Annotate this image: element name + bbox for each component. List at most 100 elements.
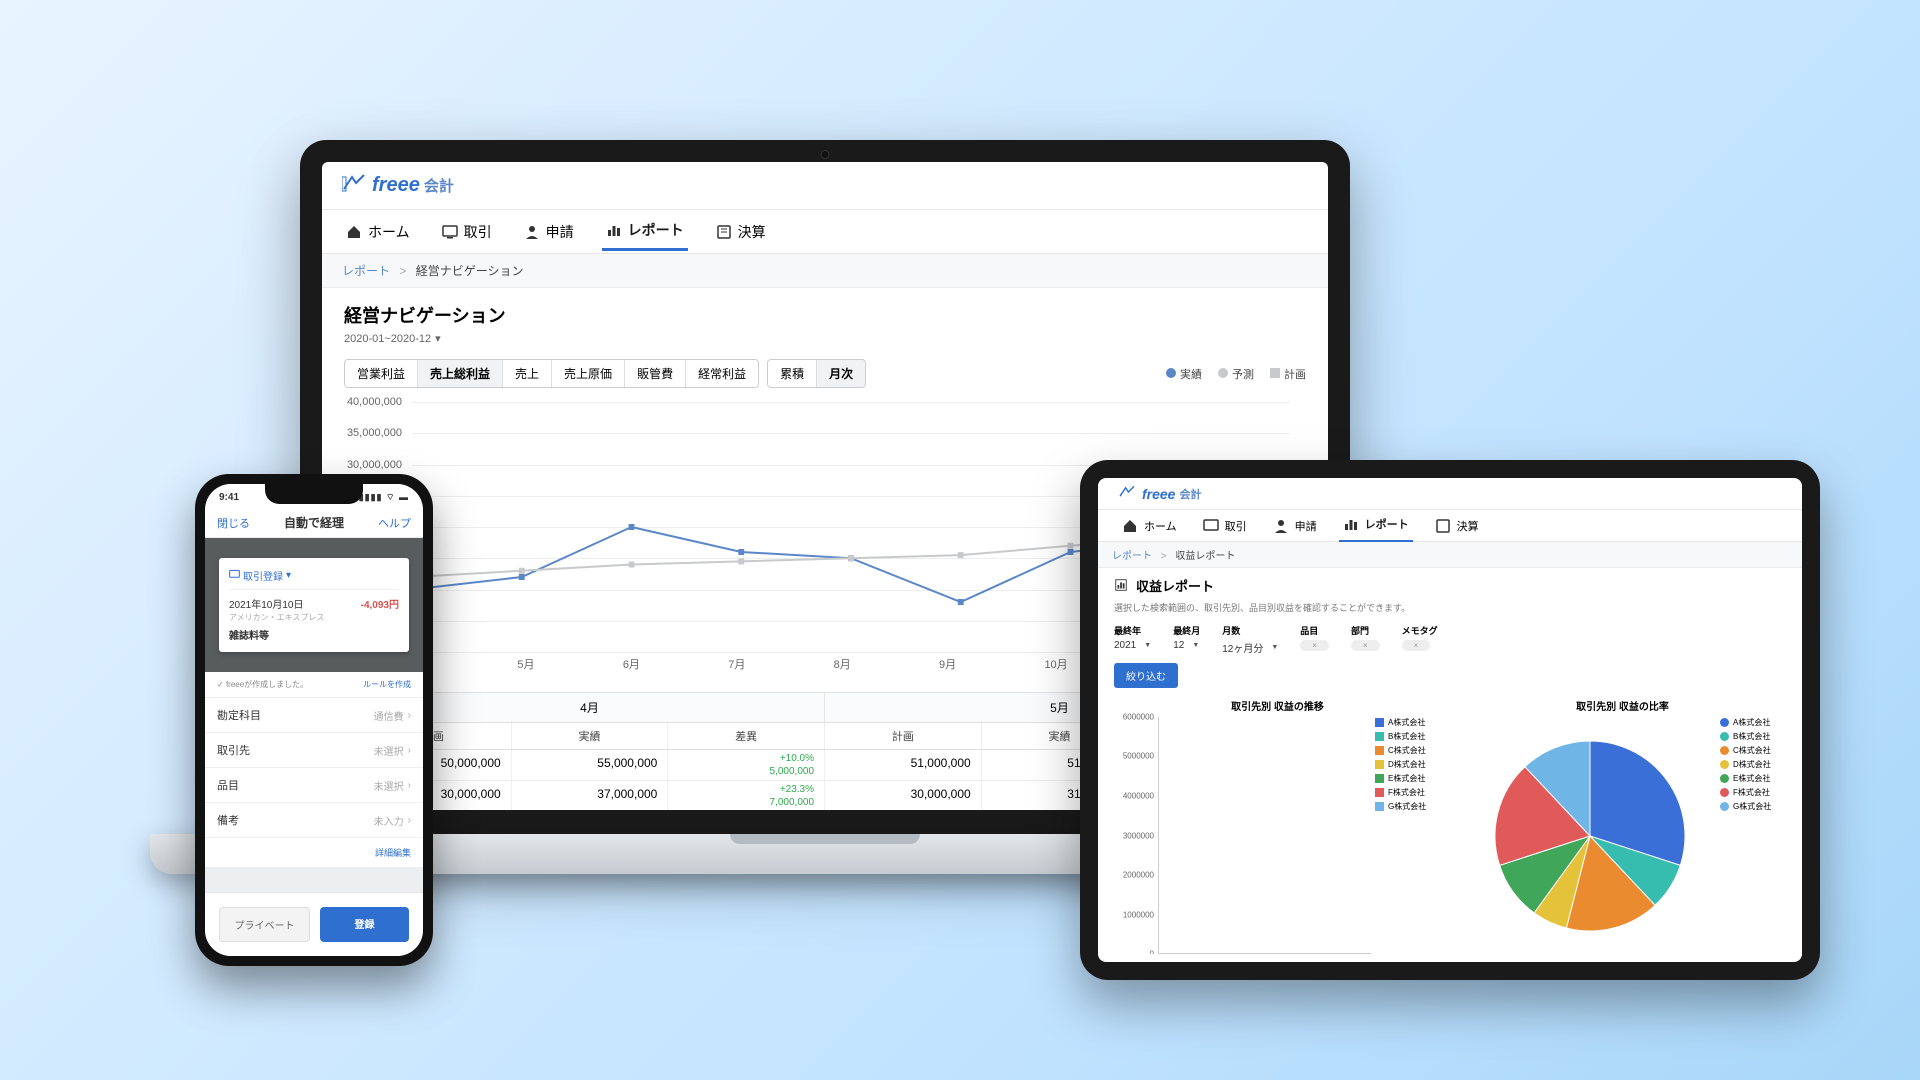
legend-item: G株式会社 [1720, 801, 1786, 812]
chart-icon [606, 222, 622, 238]
card-tag-label: 取引登録 [243, 568, 283, 583]
ytick: 35,000,000 [347, 427, 402, 439]
legend-item: F株式会社 [1375, 787, 1441, 798]
legend-item: G株式会社 [1375, 801, 1441, 812]
legend-item: C株式会社 [1720, 745, 1786, 756]
metric-cogs[interactable]: 売上原価 [552, 360, 625, 387]
breadcrumb-sep: > [399, 264, 406, 278]
filter-select[interactable]: 12 ▼ [1173, 640, 1200, 651]
monitor-icon [229, 569, 240, 583]
book-icon [716, 224, 732, 240]
legend-item: D株式会社 [1720, 759, 1786, 770]
tablet-breadcrumb: レポート > 収益レポート [1098, 542, 1802, 568]
legend-item: E株式会社 [1720, 773, 1786, 784]
bar-chart-title: 取引先別 収益の推移 [1114, 698, 1441, 713]
list-item[interactable]: 備考未入力 › [205, 803, 423, 838]
nav-label: レポート [1365, 516, 1409, 532]
phone-list: ✓ freeeが作成しました。 ルールを作成 勘定科目通信費 ›取引先未選択 ›… [205, 672, 423, 867]
xtick: 9月 [939, 656, 956, 672]
breadcrumb-sep: > [1161, 551, 1167, 562]
tablet-nav-requests[interactable]: 申請 [1269, 510, 1321, 542]
metric-segmented: 営業利益 売上総利益 売上 売上原価 販管費 経常利益 [344, 359, 759, 388]
legend-item: E株式会社 [1375, 773, 1441, 784]
nav-settlement[interactable]: 決算 [712, 214, 770, 250]
filter-select[interactable]: × [1300, 640, 1329, 651]
detail-edit-row: 詳細編集 [205, 838, 423, 867]
detail-edit-link[interactable]: 詳細編集 [375, 848, 411, 858]
tablet-body: 収益レポート 選択した検索範囲の、取引先別、品目別収益を確認することができます。… [1098, 568, 1802, 962]
tablet-brand-suffix: 会計 [1179, 486, 1201, 502]
breadcrumb-current: 経営ナビゲーション [416, 264, 524, 278]
pie-chart-title: 取引先別 収益の比率 [1459, 698, 1786, 713]
filter-select[interactable]: 12ヶ月分 ▼ [1222, 640, 1278, 655]
card-tag[interactable]: 取引登録 ▾ [229, 568, 399, 583]
nav-report[interactable]: レポート [602, 212, 688, 251]
tablet-nav: ホーム 取引 申請 レポート 決算 [1098, 510, 1802, 542]
legend-actual-dot [1166, 368, 1176, 378]
breadcrumb-root[interactable]: レポート [1112, 551, 1152, 562]
tablet-nav-home[interactable]: ホーム [1118, 510, 1181, 542]
private-button[interactable]: プライベート [219, 907, 310, 942]
list-item[interactable]: 勘定科目通信費 › [205, 698, 423, 733]
mode-monthly[interactable]: 月次 [817, 360, 865, 387]
tablet-filters: 最終年2021 ▼最終月12 ▼月数12ヶ月分 ▼品目×部門×メモタグ× [1114, 624, 1786, 655]
metric-sales[interactable]: 売上 [503, 360, 552, 387]
battery-icon: ▬ [399, 492, 409, 502]
pie-chart-box: 取引先別 収益の比率 A株式会社B株式会社C株式会社D株式会社E株式会社F株式会… [1459, 698, 1786, 954]
help-button[interactable]: ヘルプ [378, 515, 411, 531]
screen-title: 自動で経理 [284, 514, 344, 531]
chevron-right-icon: › [408, 710, 411, 721]
bar-chart-yaxis: 6000000500000040000003000000200000010000… [1114, 717, 1158, 954]
legend-forecast-dot [1218, 368, 1228, 378]
legend-plan-sq [1270, 368, 1280, 378]
date-range-text: 2020-01~2020-12 [344, 333, 431, 345]
wifi-icon: ⌔ [386, 492, 395, 502]
metric-operating-profit[interactable]: 営業利益 [345, 360, 418, 387]
list-item[interactable]: 品目未選択 › [205, 768, 423, 803]
monitor-icon [1203, 518, 1219, 534]
mode-cumulative[interactable]: 累積 [768, 360, 817, 387]
tablet-charts-row: 取引先別 収益の推移 60000005000000400000030000002… [1114, 698, 1786, 954]
tablet-nav-settlement[interactable]: 決算 [1431, 510, 1483, 542]
create-rule-link[interactable]: ルールを作成 [363, 679, 411, 690]
card-carousel[interactable]: 取引登録 ▾ 2021年10月10日 -4,093円 アメリカン・エキスプレス … [205, 538, 423, 672]
list-item[interactable]: 取引先未選択 › [205, 733, 423, 768]
nav-home[interactable]: ホーム [342, 214, 414, 250]
breadcrumb-current: 収益レポート [1175, 551, 1235, 562]
close-button[interactable]: 閉じる [217, 515, 250, 531]
register-button[interactable]: 登録 [320, 907, 409, 942]
pie-chart [1459, 717, 1720, 954]
xtick: 8月 [834, 656, 851, 672]
brand-suffix: 会計 [424, 175, 454, 196]
tablet-nav-report[interactable]: レポート [1339, 508, 1413, 543]
legend-item: B株式会社 [1375, 731, 1441, 742]
date-range-selector[interactable]: 2020-01~2020-12 ▾ [344, 332, 1306, 345]
main-nav: ホーム 取引 申請 レポート 決算 [322, 210, 1328, 254]
metric-gross-profit[interactable]: 売上総利益 [418, 360, 503, 387]
nav-label: ホーム [1144, 518, 1177, 534]
legend-actual-label: 実績 [1180, 369, 1202, 381]
brand-logo-icon [342, 173, 372, 198]
legend-item: A株式会社 [1720, 717, 1786, 728]
brand-logo-icon [1118, 485, 1142, 502]
nav-transactions[interactable]: 取引 [438, 214, 496, 250]
metric-ordinary-profit[interactable]: 経常利益 [686, 360, 758, 387]
nav-report-label: レポート [628, 220, 684, 240]
nav-requests[interactable]: 申請 [520, 214, 578, 250]
filter-最終年: 最終年2021 ▼ [1114, 624, 1151, 655]
filter-select[interactable]: × [1402, 640, 1438, 651]
filter-select[interactable]: × [1351, 640, 1380, 651]
tablet-nav-transactions[interactable]: 取引 [1199, 510, 1251, 542]
legend-forecast-label: 予測 [1232, 369, 1254, 381]
tablet-brand-name: freee [1142, 486, 1175, 502]
pie-svg [1490, 736, 1690, 936]
phone-bezel: 9:41 ▮▮▮▮ ⌔ ▬ 閉じる 自動で経理 ヘルプ 取引登録 ▾ [195, 474, 433, 966]
metric-sga[interactable]: 販管費 [625, 360, 686, 387]
apply-filter-button[interactable]: 絞り込む [1114, 663, 1178, 688]
legend-item: B株式会社 [1720, 731, 1786, 742]
breadcrumb-root[interactable]: レポート [342, 264, 390, 278]
filter-select[interactable]: 2021 ▼ [1114, 640, 1151, 651]
chevron-right-icon: › [408, 780, 411, 791]
mode-segmented: 累積 月次 [767, 359, 866, 388]
card-row1: 2021年10月10日 -4,093円 [229, 589, 399, 611]
